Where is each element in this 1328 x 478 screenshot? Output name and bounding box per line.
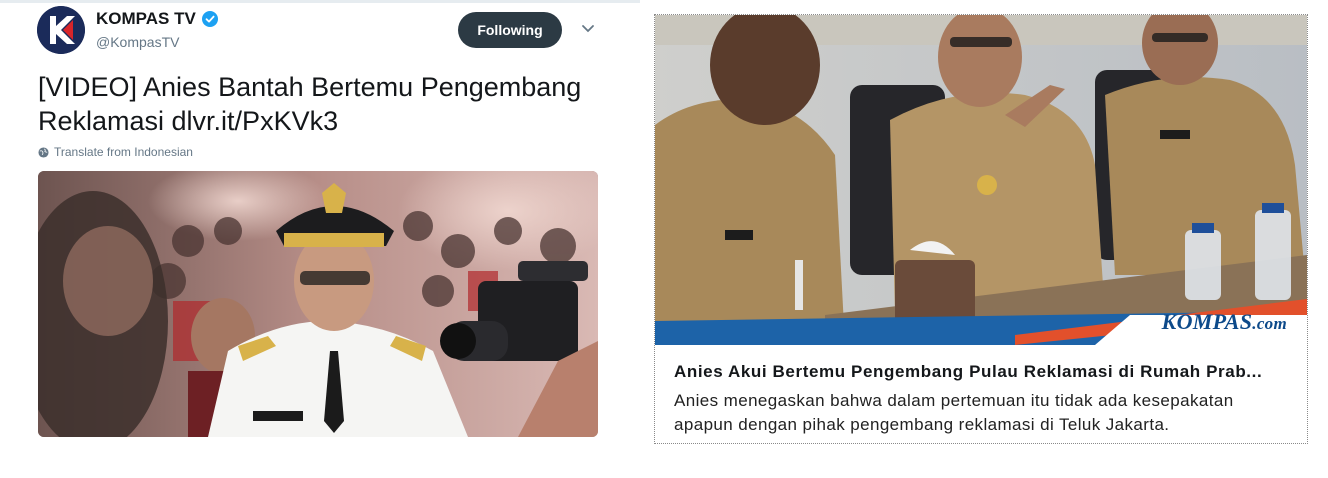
chevron-down-icon[interactable] [580,22,596,36]
verified-badge-icon [201,11,218,27]
card-photo-image [655,15,1307,345]
kompas-tv-logo-icon [37,6,85,54]
avatar[interactable] [37,6,85,54]
tweet-photo-image [38,171,598,437]
card-photo: KOMPAS.com [655,15,1307,345]
kompas-com-logo: KOMPAS.com [1162,309,1287,335]
display-name-text: KOMPAS TV [96,9,196,28]
link-card[interactable]: KOMPAS.com Anies Akui Bertemu Pengembang… [654,14,1308,444]
display-name[interactable]: KOMPAS TV [96,9,218,29]
tweet: KOMPAS TV @KompasTV Following [VIDEO] An… [0,0,640,478]
tweet-text: [VIDEO] Anies Bantah Bertemu Pengembang … [38,72,582,136]
following-button[interactable]: Following [458,12,562,48]
logo-main-text: KOMPAS [1161,309,1253,334]
tweet-photo[interactable] [38,171,598,437]
card-title[interactable]: Anies Akui Bertemu Pengembang Pulau Rekl… [674,362,1294,382]
translate-link[interactable]: Translate from Indonesian [38,145,193,159]
globe-icon [38,146,49,158]
card-description: Anies menegaskan bahwa dalam pertemuan i… [674,391,1234,434]
user-handle[interactable]: @KompasTV [96,34,179,50]
logo-suffix-text: .com [1252,314,1287,333]
translate-label: Translate from Indonesian [54,145,193,159]
